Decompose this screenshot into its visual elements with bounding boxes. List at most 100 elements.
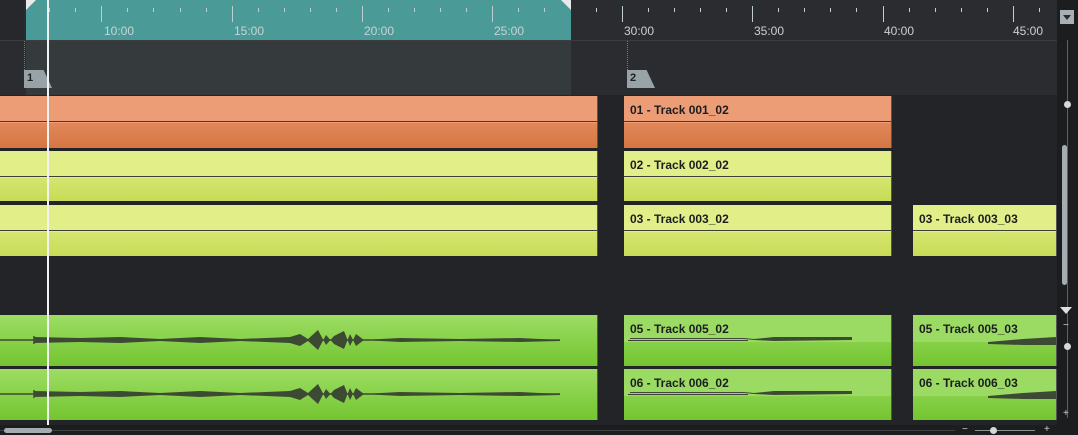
marker-number: 2 bbox=[630, 72, 637, 84]
cycle-start-handle[interactable] bbox=[26, 0, 36, 10]
ruler-minor-tick bbox=[440, 8, 441, 12]
marker-number: 1 bbox=[27, 72, 34, 84]
ruler-label: 10:00 bbox=[104, 24, 135, 38]
waveform bbox=[630, 391, 852, 395]
marker-pin bbox=[24, 41, 26, 70]
clip-divider bbox=[624, 121, 891, 122]
waveform bbox=[0, 330, 560, 350]
ruler-minor-tick bbox=[987, 8, 988, 12]
waveform bbox=[988, 337, 1056, 345]
ruler-minor-tick bbox=[466, 8, 467, 12]
ruler-label: 25:00 bbox=[494, 24, 525, 38]
ruler-minor-tick bbox=[206, 8, 207, 12]
horizontal-zoom-slider[interactable] bbox=[975, 430, 1035, 431]
clip-divider bbox=[0, 121, 597, 122]
clip-header bbox=[0, 205, 597, 232]
ruler-minor-tick bbox=[700, 8, 701, 12]
zoom-in-vertical-icon[interactable]: + bbox=[1063, 408, 1069, 419]
audio-clip[interactable] bbox=[0, 315, 598, 366]
audio-clip[interactable] bbox=[0, 205, 598, 256]
ruler-minor-tick bbox=[674, 8, 675, 12]
audio-clip[interactable] bbox=[0, 369, 598, 420]
clip-label: 01 - Track 001_02 bbox=[630, 103, 729, 117]
ruler-menu-dropdown-icon[interactable] bbox=[1060, 10, 1074, 24]
zoom-out-horizontal-icon[interactable]: − bbox=[962, 424, 968, 435]
cycle-end-handle[interactable] bbox=[561, 0, 571, 10]
ruler-minor-tick bbox=[153, 8, 154, 12]
ruler-minor-tick bbox=[127, 8, 128, 12]
audio-clip[interactable]: 05 - Track 005_02 bbox=[624, 315, 892, 366]
ruler-tick bbox=[1013, 6, 1014, 22]
vertical-scroll-track[interactable] bbox=[1067, 40, 1068, 320]
vertical-scroll-column: − + bbox=[1057, 0, 1078, 435]
cycle-shade bbox=[26, 41, 571, 95]
ruler-minor-tick bbox=[75, 8, 76, 12]
ruler-label: 40:00 bbox=[884, 24, 915, 38]
ruler-minor-tick bbox=[414, 8, 415, 12]
ruler-tick bbox=[883, 6, 884, 22]
clip-header bbox=[0, 96, 597, 123]
ruler-tick bbox=[752, 6, 753, 22]
waveform bbox=[988, 391, 1056, 399]
vertical-zoom-knob[interactable] bbox=[1064, 343, 1071, 350]
horizontal-scroll-track[interactable] bbox=[0, 430, 955, 431]
ruler-label: 30:00 bbox=[624, 24, 655, 38]
arrangement-window: 10:00 15:00 20:00 25:00 30:00 35:00 40:0… bbox=[0, 0, 1078, 435]
audio-clip[interactable]: 03 - Track 003_02 bbox=[624, 205, 892, 256]
clip-divider bbox=[624, 230, 891, 231]
ruler-minor-tick bbox=[336, 8, 337, 12]
ruler-label: 20:00 bbox=[364, 24, 395, 38]
clip-divider bbox=[0, 176, 597, 177]
marker-lane[interactable]: 1 2 bbox=[0, 41, 1057, 95]
vertical-scroll-top-knob[interactable] bbox=[1064, 101, 1071, 108]
clip-divider bbox=[624, 176, 891, 177]
clip-label: 03 - Track 003_03 bbox=[919, 212, 1018, 226]
ruler-minor-tick bbox=[778, 8, 779, 12]
ruler-minor-tick bbox=[258, 8, 259, 12]
ruler-minor-tick bbox=[388, 8, 389, 12]
ruler-minor-tick bbox=[909, 8, 910, 12]
audio-clip[interactable]: 03 - Track 003_03 bbox=[913, 205, 1057, 256]
ruler-minor-tick bbox=[935, 8, 936, 12]
ruler-minor-tick bbox=[518, 8, 519, 12]
ruler-tick bbox=[622, 6, 623, 22]
ruler-tick bbox=[101, 6, 102, 22]
audio-clip[interactable]: 06 - Track 006_02 bbox=[624, 369, 892, 420]
zoom-in-horizontal-icon[interactable]: + bbox=[1044, 424, 1050, 435]
clip-header bbox=[0, 151, 597, 178]
audio-clip[interactable]: 01 - Track 001_02 bbox=[624, 96, 892, 148]
waveform bbox=[630, 337, 852, 341]
ruler-left-gutter bbox=[0, 0, 24, 40]
ruler-minor-tick bbox=[596, 8, 597, 12]
audio-clip[interactable]: 05 - Track 005_03 bbox=[913, 315, 1057, 366]
ruler-minor-tick bbox=[310, 8, 311, 12]
horizontal-scrollbar-thumb[interactable] bbox=[4, 428, 52, 433]
clip-label: 02 - Track 002_02 bbox=[630, 158, 729, 172]
audio-clip[interactable]: 06 - Track 006_03 bbox=[913, 369, 1057, 420]
marker-pin bbox=[627, 41, 629, 70]
clip-divider bbox=[0, 230, 597, 231]
ruler-minor-tick bbox=[180, 8, 181, 12]
audio-clip[interactable] bbox=[0, 151, 598, 201]
ruler-tick bbox=[492, 6, 493, 22]
ruler-minor-tick bbox=[804, 8, 805, 12]
playhead-cursor[interactable] bbox=[47, 0, 49, 425]
vertical-zoom-track[interactable] bbox=[1067, 318, 1068, 418]
ruler-minor-tick bbox=[830, 8, 831, 12]
ruler-minor-tick bbox=[856, 8, 857, 12]
audio-clip[interactable] bbox=[0, 96, 598, 148]
zoom-out-vertical-icon[interactable]: − bbox=[1063, 320, 1069, 331]
audio-clip[interactable]: 02 - Track 002_02 bbox=[624, 151, 892, 201]
clip-label: 03 - Track 003_02 bbox=[630, 212, 729, 226]
vertical-scrollbar-thumb[interactable] bbox=[1062, 145, 1067, 285]
horizontal-zoom-knob[interactable] bbox=[990, 427, 997, 434]
ruler-minor-tick bbox=[284, 8, 285, 12]
vertical-zoom-arrow-icon[interactable] bbox=[1060, 307, 1072, 314]
tracks-area[interactable]: 01 - Track 001_02 02 - Track 002_02 03 -… bbox=[0, 95, 1057, 425]
ruler-minor-tick bbox=[544, 8, 545, 12]
horizontal-scroll-bar[interactable]: − + bbox=[0, 424, 1057, 435]
time-ruler[interactable]: 10:00 15:00 20:00 25:00 30:00 35:00 40:0… bbox=[0, 0, 1057, 41]
clip-divider bbox=[913, 230, 1056, 231]
ruler-tick bbox=[362, 6, 363, 22]
ruler-label: 45:00 bbox=[1013, 24, 1044, 38]
